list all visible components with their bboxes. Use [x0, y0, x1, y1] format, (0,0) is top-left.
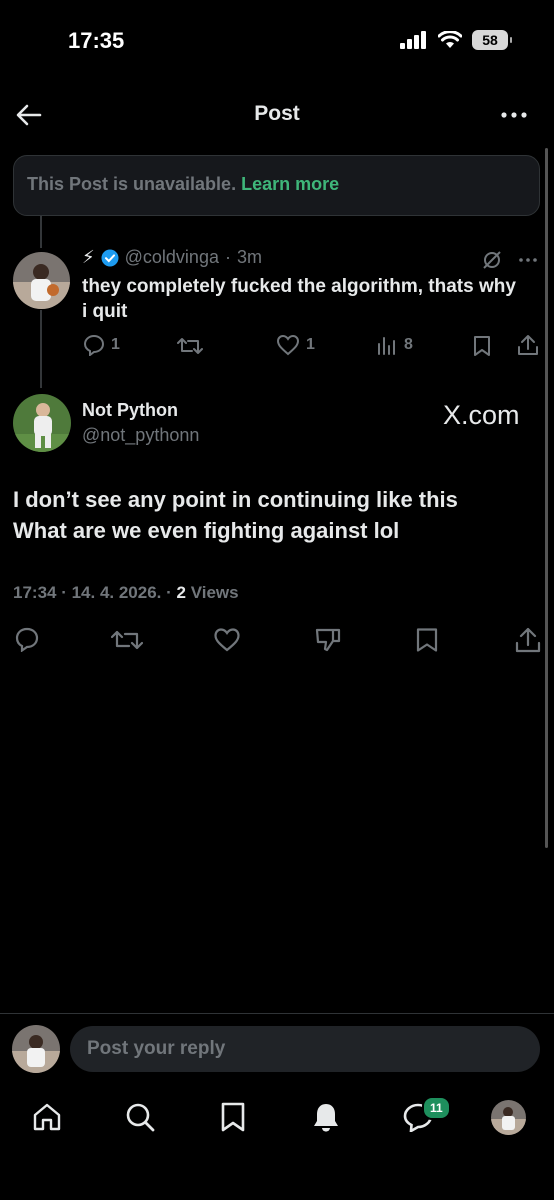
comment-icon: [83, 334, 105, 356]
reply-input[interactable]: Post your reply: [70, 1026, 540, 1072]
avatar[interactable]: [13, 252, 70, 309]
unavailable-text: This Post is unavailable.: [27, 174, 237, 194]
battery-indicator: 58: [472, 30, 512, 50]
author-handle[interactable]: @not_pythonn: [82, 425, 199, 446]
wifi-icon: [438, 31, 462, 48]
repost-icon[interactable]: [111, 627, 143, 653]
thread-line: [40, 216, 42, 248]
share-icon[interactable]: [516, 333, 540, 357]
reply-comment-button[interactable]: 1: [83, 334, 120, 356]
share-icon[interactable]: [514, 626, 542, 654]
views-count: 8: [404, 336, 413, 353]
thread-line: [40, 310, 42, 388]
post-line-2: What are we even fighting against lol: [13, 518, 400, 543]
status-time: 17:35: [68, 28, 125, 53]
repost-icon[interactable]: [177, 335, 203, 357]
post-text: I don’t see any point in continuing like…: [13, 484, 533, 546]
signal-icon: [400, 31, 426, 49]
post-line-1: I don’t see any point in continuing like…: [13, 487, 458, 512]
status-icons: 58: [400, 30, 512, 50]
scrollbar[interactable]: [545, 148, 548, 848]
post-meta: 17:34 · 14. 4. 2026. · 2 Views: [13, 583, 239, 603]
avatar: [12, 1025, 60, 1073]
like-count: 1: [306, 336, 315, 353]
more-options-icon[interactable]: [500, 103, 528, 127]
verified-badge-icon: [101, 249, 119, 266]
reply-count: 1: [111, 336, 120, 353]
separator-dot: ·: [224, 247, 231, 267]
search-icon[interactable]: [124, 1101, 156, 1133]
comment-icon[interactable]: [14, 626, 40, 652]
reply-text: they completely fucked the algorithm, th…: [82, 276, 516, 322]
bookmarks-tab-icon[interactable]: [219, 1101, 247, 1133]
post-views-label: Views: [190, 583, 239, 602]
xcom-watermark: X.com: [443, 400, 520, 430]
bookmark-icon[interactable]: [472, 335, 492, 357]
dislike-icon[interactable]: [314, 627, 342, 653]
reply-handle[interactable]: @coldvinga: [125, 247, 219, 268]
profile-tab-avatar[interactable]: [491, 1100, 526, 1135]
reply-more-icon[interactable]: [518, 256, 538, 264]
reply-time: 3m: [236, 247, 262, 267]
reply-author-row: ⚡ @coldvinga · 3m: [82, 247, 262, 268]
home-icon[interactable]: [31, 1101, 63, 1133]
lightning-emoji: ⚡: [82, 247, 95, 267]
bookmark-icon[interactable]: [415, 627, 439, 653]
unavailable-post-notice: This Post is unavailable. Learn more: [13, 155, 540, 216]
heart-icon[interactable]: [213, 627, 241, 653]
author-name[interactable]: Not Python: [82, 400, 178, 421]
composer-divider: [0, 1013, 554, 1014]
learn-more-link[interactable]: Learn more: [241, 174, 339, 194]
post-timestamp: 17:34 · 14. 4. 2026. ·: [13, 583, 172, 602]
reply-views-button[interactable]: 8: [376, 334, 413, 356]
post-views-count: 2: [176, 583, 186, 602]
messages-badge: 11: [422, 1096, 451, 1120]
grok-icon[interactable]: [482, 250, 502, 270]
reply-like-button[interactable]: 1: [276, 334, 315, 356]
views-icon: [378, 337, 395, 355]
avatar[interactable]: [13, 394, 71, 452]
notifications-bell-icon[interactable]: [311, 1101, 341, 1133]
heart-icon: [276, 334, 300, 356]
page-title: Post: [254, 102, 300, 125]
